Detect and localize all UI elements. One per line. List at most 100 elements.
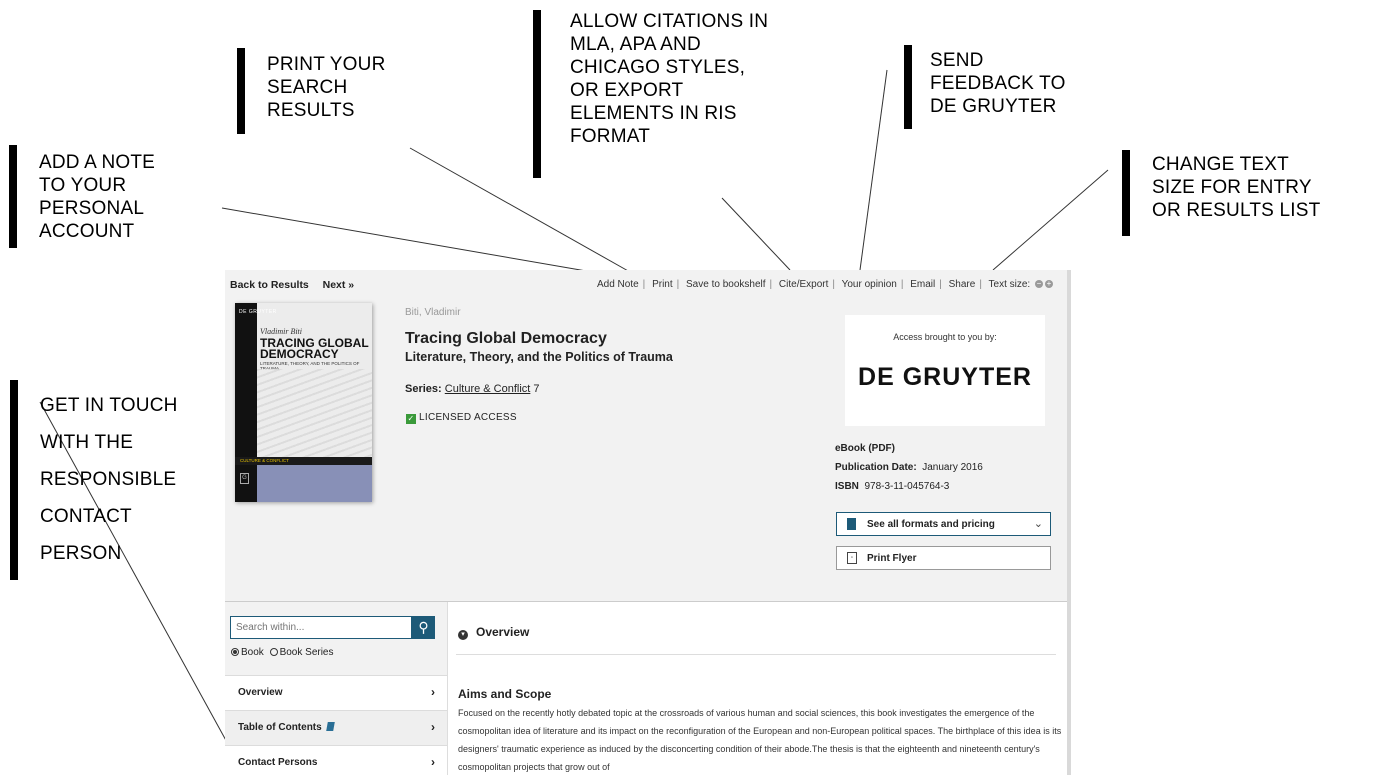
callout-line: MLA, APA AND [570,34,701,55]
chevron-circle-icon: ▾ [458,630,468,640]
callout-line: TO YOUR [39,175,127,196]
callout-line: OR EXPORT [570,80,684,101]
aims-heading: Aims and Scope [458,687,552,701]
cover-series: CULTURE & CONFLICT [240,458,289,463]
callout-line: SEARCH [267,77,348,98]
callout-line: SIZE FOR ENTRY [1152,177,1312,198]
callout-bar [10,380,18,580]
search-within-input[interactable] [231,617,411,637]
nav-item-overview[interactable]: Overview › [225,675,447,710]
left-navigation: Overview › Table of Contents › Contact P… [225,675,447,775]
book-icon [325,722,335,731]
nav-item-contact-persons[interactable]: Contact Persons › [225,745,447,775]
chevron-right-icon: › [431,685,435,699]
access-provider-box: Access brought to you by: DE GRUYTER [845,315,1045,426]
licensed-access-label: LICENSED ACCESS [419,412,517,423]
callout-line: OR RESULTS LIST [1152,200,1321,221]
series-label: Series: [405,383,442,395]
search-icon[interactable]: ⚲ [412,616,435,639]
isbn-value: 978-3-11-045764-3 [864,481,950,492]
next-link[interactable]: Next » [323,279,355,291]
publication-date: Publication Date: January 2016 [835,462,983,473]
leader-feedback [859,69,888,271]
callout-text-size-text: CHANGE TEXT SIZE FOR ENTRY OR RESULTS LI… [1152,153,1320,222]
publication-date-label: Publication Date: [835,462,917,473]
right-border [1067,270,1071,775]
share-link[interactable]: Share [949,279,976,290]
book-cover[interactable]: DE GRUYTER Vladimir Biti TRACING GLOBAL … [235,303,372,502]
overview-panel: ▾ Overview Aims and Scope Focused on the … [447,602,1067,775]
print-flyer-label: Print Flyer [867,553,917,564]
text-size-label: Text size: [988,279,1031,290]
series-number: 7 [530,383,540,395]
back-to-results-link[interactable]: Back to Results [230,279,309,291]
callout-print-text: PRINT YOUR SEARCH RESULTS [267,53,386,122]
callout-bar [1122,150,1130,236]
result-navigation: Back to Results Next » [230,279,354,291]
print-flyer-button[interactable]: ▫ Print Flyer [836,546,1051,570]
radio-book[interactable] [231,648,239,656]
formats-pricing-button[interactable]: See all formats and pricing ⌄ [836,512,1051,536]
overview-heading-text: Overview [476,625,530,639]
chevron-right-icon: › [431,755,435,769]
add-note-link[interactable]: Add Note [597,279,639,290]
save-to-bookshelf-link[interactable]: Save to bookshelf [686,279,766,290]
callout-bar [904,45,912,129]
aims-paragraph: Focused on the recently hotly debated to… [458,708,1062,772]
overview-heading[interactable]: ▾ Overview [458,625,529,640]
book-author[interactable]: Biti, Vladimir [405,307,461,318]
text-size-decrease-icon[interactable]: − [1035,280,1043,289]
callout-line: CHANGE TEXT [1152,154,1289,175]
callout-bar [237,48,245,134]
callout-line: ACCOUNT [39,221,135,242]
radio-book-series[interactable] [269,648,278,656]
print-link[interactable]: Print [652,279,673,290]
cover-publisher: DE GRUYTER [239,309,277,315]
cover-publisher-mark: G [240,473,249,484]
cite-export-link[interactable]: Cite/Export [779,279,828,290]
callout-line: PERSON [40,543,122,564]
overview-divider [456,654,1056,655]
cover-map-image [257,369,372,457]
leader-add-note [221,207,593,273]
cover-title-line: DEMOCRACY [260,347,339,361]
series-link[interactable]: Culture & Conflict [445,383,531,395]
callout-line: DE GRUYTER [930,96,1057,117]
text-size-increase-icon[interactable]: + [1045,280,1053,289]
callout-line: SEND [930,50,984,71]
book-title: Tracing Global Democracy [405,330,607,347]
callout-line: GET IN TOUCH [40,395,178,416]
callout-cite-text: ALLOW CITATIONS IN MLA, APA AND CHICAGO … [570,10,768,148]
isbn: ISBN 978-3-11-045764-3 [835,481,949,492]
leader-text-size [992,169,1109,271]
isbn-label: ISBN [835,481,859,492]
callout-line: CHICAGO STYLES, [570,57,746,78]
your-opinion-link[interactable]: Your opinion [842,279,897,290]
callout-line: ADD A NOTE [39,152,156,173]
callout-line: FEEDBACK TO [930,73,1066,94]
callout-line: RESPONSIBLE [40,469,177,490]
cover-color-block [257,465,372,502]
callout-line: CONTACT [40,506,132,527]
nav-item-label: Contact Persons [238,757,318,768]
document-icon [847,518,856,530]
book-page-screenshot: Back to Results Next » Add Note | Print | … [225,270,1071,775]
de-gruyter-logo: DE GRUYTER [858,363,1032,391]
callout-line: WITH THE [40,432,134,453]
access-label: Access brought to you by: [893,332,997,342]
cover-author: Vladimir Biti [260,327,302,336]
formats-pricing-label: See all formats and pricing [867,519,995,530]
search-scope-options: Book Book Series [231,647,334,658]
nav-item-table-of-contents[interactable]: Table of Contents › [225,710,447,745]
callout-line: ELEMENTS IN RIS [570,103,737,124]
radio-book-label: Book [241,647,264,658]
book-series: Series: Culture & Conflict 7 [405,383,540,395]
leader-cite [721,197,791,271]
checkmark-icon: ✓ [406,414,416,424]
licensed-access-badge: ✓ LICENSED ACCESS [406,412,517,424]
pdf-icon: ▫ [847,552,857,564]
nav-item-text: Table of Contents [238,722,322,733]
callout-feedback-text: SEND FEEDBACK TO DE GRUYTER [930,49,1066,118]
nav-item-label: Overview [238,687,283,698]
email-link[interactable]: Email [910,279,935,290]
